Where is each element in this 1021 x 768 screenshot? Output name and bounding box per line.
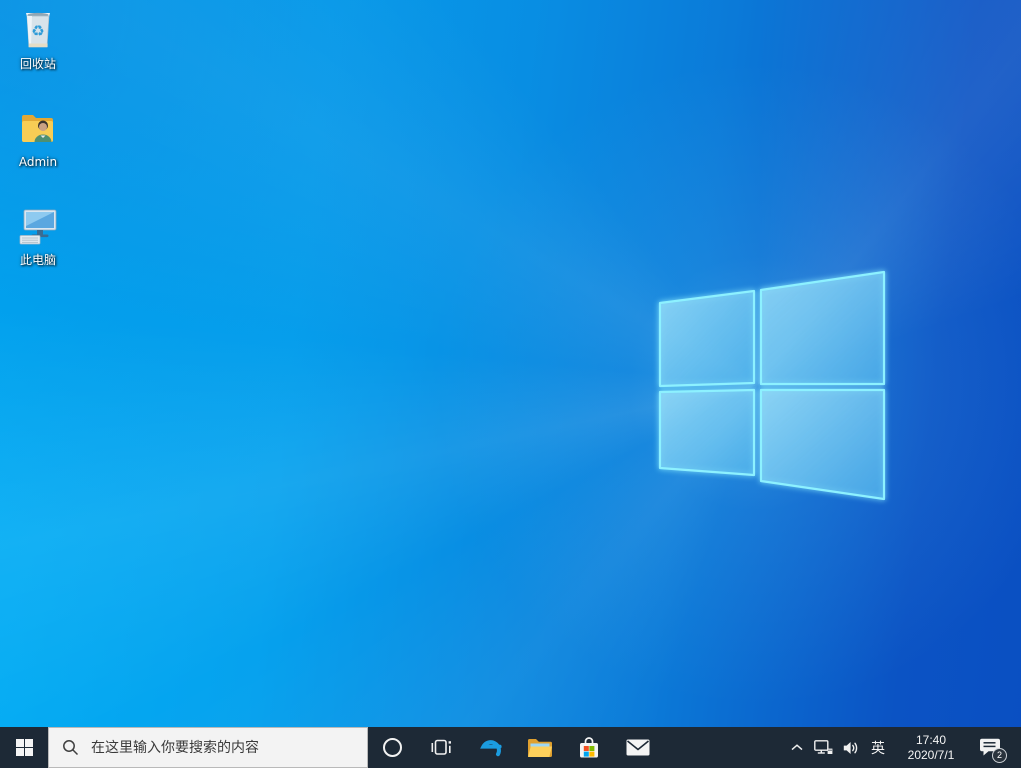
notification-badge: 2: [992, 748, 1007, 763]
chevron-up-icon: [791, 744, 803, 751]
desktop-icon-label: 回收站: [19, 57, 56, 71]
search-input[interactable]: [89, 738, 367, 757]
start-button[interactable]: [0, 727, 48, 768]
recycle-bin-icon: ♻: [26, 12, 50, 48]
edge-icon: [479, 739, 502, 756]
user-folder-icon: [22, 115, 53, 142]
windows-logo-icon: [15, 739, 33, 756]
mail-button[interactable]: [613, 727, 662, 768]
clock[interactable]: 17:40 2020/7/1: [891, 727, 971, 768]
windows-desktop: ♻ 回收站 Admin 此电脑 在这里输入你要搜索的内容 英 17:40 202…: [0, 0, 1021, 768]
taskbar-search[interactable]: [48, 727, 368, 768]
task-view-button[interactable]: [417, 727, 466, 768]
time-text: 17:40: [915, 732, 947, 747]
cortana-icon: [383, 738, 402, 757]
edge-button[interactable]: [466, 727, 515, 768]
desktop-icon-this-pc[interactable]: 此电脑: [2, 202, 74, 267]
desktop-icon-label: Admin: [18, 155, 58, 169]
ime-indicator[interactable]: 英: [865, 727, 891, 768]
svg-text:♻: ♻: [31, 22, 44, 40]
network-icon: [813, 740, 832, 754]
mail-icon: [626, 739, 649, 756]
store-button[interactable]: [564, 727, 613, 768]
volume-button[interactable]: [837, 727, 865, 768]
desktop-icon-label: 此电脑: [19, 253, 56, 267]
task-view-icon: [431, 739, 451, 755]
hidden-icons-button[interactable]: [785, 727, 809, 768]
windows-logo-wallpaper: [658, 270, 886, 501]
file-explorer-icon: [527, 739, 552, 757]
action-center-button[interactable]: 2: [971, 727, 1009, 768]
network-button[interactable]: [809, 727, 837, 768]
taskbar-empty-area: [662, 727, 785, 768]
microsoft-store-icon: [579, 737, 598, 758]
desktop-icon-admin-folder[interactable]: Admin: [2, 104, 74, 169]
volume-icon: [843, 741, 857, 754]
wallpaper: [0, 0, 1021, 768]
cortana-button[interactable]: [368, 727, 417, 768]
date-text: 2020/7/1: [907, 747, 955, 762]
computer-icon: [19, 209, 57, 245]
search-icon: [63, 740, 79, 756]
taskbar: 英 17:40 2020/7/1 2: [0, 727, 1021, 768]
desktop-icon-recycle-bin[interactable]: ♻ 回收站: [2, 6, 74, 71]
file-explorer-button[interactable]: [515, 727, 564, 768]
